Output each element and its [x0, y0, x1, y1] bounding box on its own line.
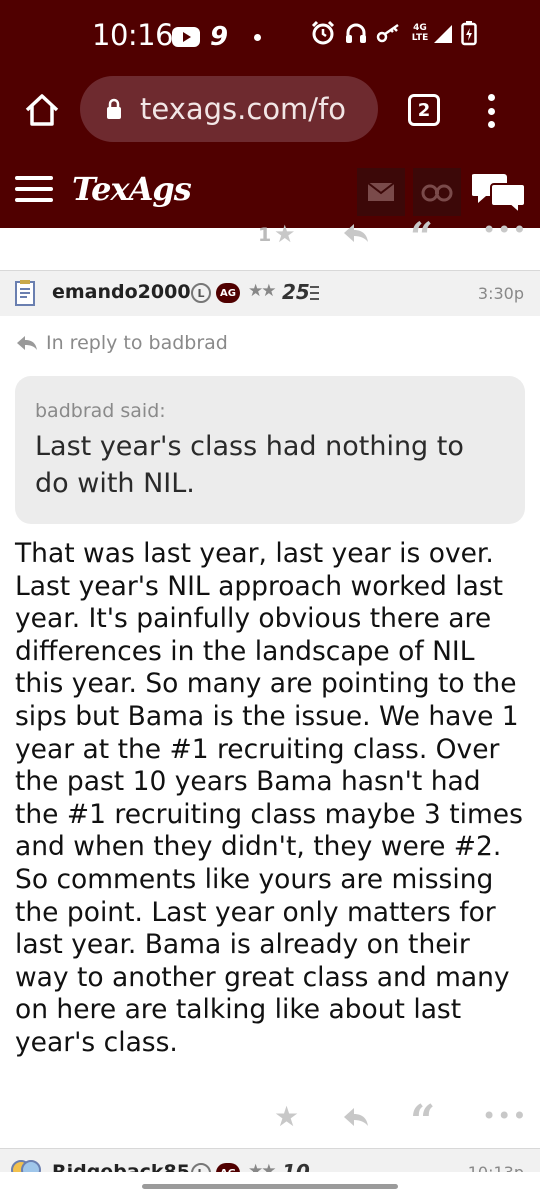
site-header: TexAgs — [0, 152, 540, 228]
post-username[interactable]: emando2000 — [52, 281, 191, 303]
chat-bubbles-icon[interactable] — [472, 170, 526, 214]
reply-icon[interactable] — [342, 222, 370, 244]
address-bar[interactable]: texags.com/fo — [80, 76, 378, 142]
post-body: That was last year, last year is over. L… — [15, 538, 523, 1058]
site-logo[interactable]: TexAgs — [72, 170, 192, 208]
star-icon[interactable]: ★ — [274, 220, 296, 248]
quote-icon[interactable]: “ — [410, 214, 433, 261]
quote-text: Last year's class had nothing to do with… — [35, 431, 464, 499]
status-bar: 10:16 9 4G LTE — [0, 0, 540, 72]
prev-post-actions: 1 ★ “ ••• — [0, 214, 540, 261]
in-reply-to-text: In reply to badbrad — [46, 332, 228, 354]
badge-l: L — [191, 283, 211, 303]
gesture-nav-bar — [0, 1172, 540, 1200]
in-reply-to[interactable]: In reply to badbrad — [16, 332, 228, 354]
envelope-icon — [367, 182, 395, 201]
like-star-icon[interactable]: ★ — [274, 1100, 299, 1133]
network-icon: 4G LTE — [410, 22, 453, 44]
more-icon[interactable]: ••• — [482, 216, 527, 244]
browser-toolbar: texags.com/fo 2 — [0, 72, 540, 152]
binoculars-icon — [421, 184, 453, 202]
rank-bars-icon — [310, 286, 319, 300]
reply-icon[interactable] — [342, 1106, 370, 1128]
battery-icon — [461, 21, 477, 46]
watch-button[interactable] — [413, 168, 461, 216]
youtube-icon — [172, 27, 200, 47]
post-time: 3:30p — [477, 284, 524, 303]
more-icon[interactable]: ••• — [482, 1102, 527, 1130]
browser-menu-button[interactable] — [483, 94, 499, 128]
badge-ag: AG — [216, 283, 240, 303]
notification-9-icon: 9 — [210, 22, 229, 52]
user-rank: 25 — [282, 280, 310, 304]
gesture-handle[interactable] — [142, 1184, 398, 1189]
home-icon[interactable] — [22, 90, 62, 130]
post-actions: ★ “ ••• — [0, 1096, 540, 1147]
reply-arrow-icon — [17, 336, 37, 350]
signal-icon — [434, 25, 452, 43]
tab-switcher-button[interactable]: 2 — [408, 94, 440, 126]
alarm-icon — [311, 20, 335, 45]
status-time: 10:16 — [92, 18, 174, 52]
messages-button[interactable] — [357, 168, 405, 216]
prev-like-count: 1 — [258, 224, 272, 246]
user-avatar-icon[interactable] — [14, 279, 36, 307]
vpn-key-icon — [376, 23, 399, 43]
user-stars: ★★ — [248, 281, 277, 301]
quote-block: badbrad said: Last year's class had noth… — [15, 376, 525, 524]
url-text: texags.com/fo — [140, 92, 347, 126]
post-header: emando2000 L AG ★★ 25 3:30p — [0, 270, 540, 316]
lock-icon — [107, 98, 121, 119]
quote-author: badbrad said: — [35, 400, 166, 422]
hamburger-menu-icon[interactable] — [15, 176, 53, 202]
notification-dot-icon — [254, 33, 262, 41]
quote-icon[interactable]: “ — [410, 1096, 435, 1147]
headphones-icon — [346, 23, 366, 43]
thread-content: 1 ★ “ ••• emando2000 L AG ★★ 25 3:30p In… — [0, 214, 540, 1188]
